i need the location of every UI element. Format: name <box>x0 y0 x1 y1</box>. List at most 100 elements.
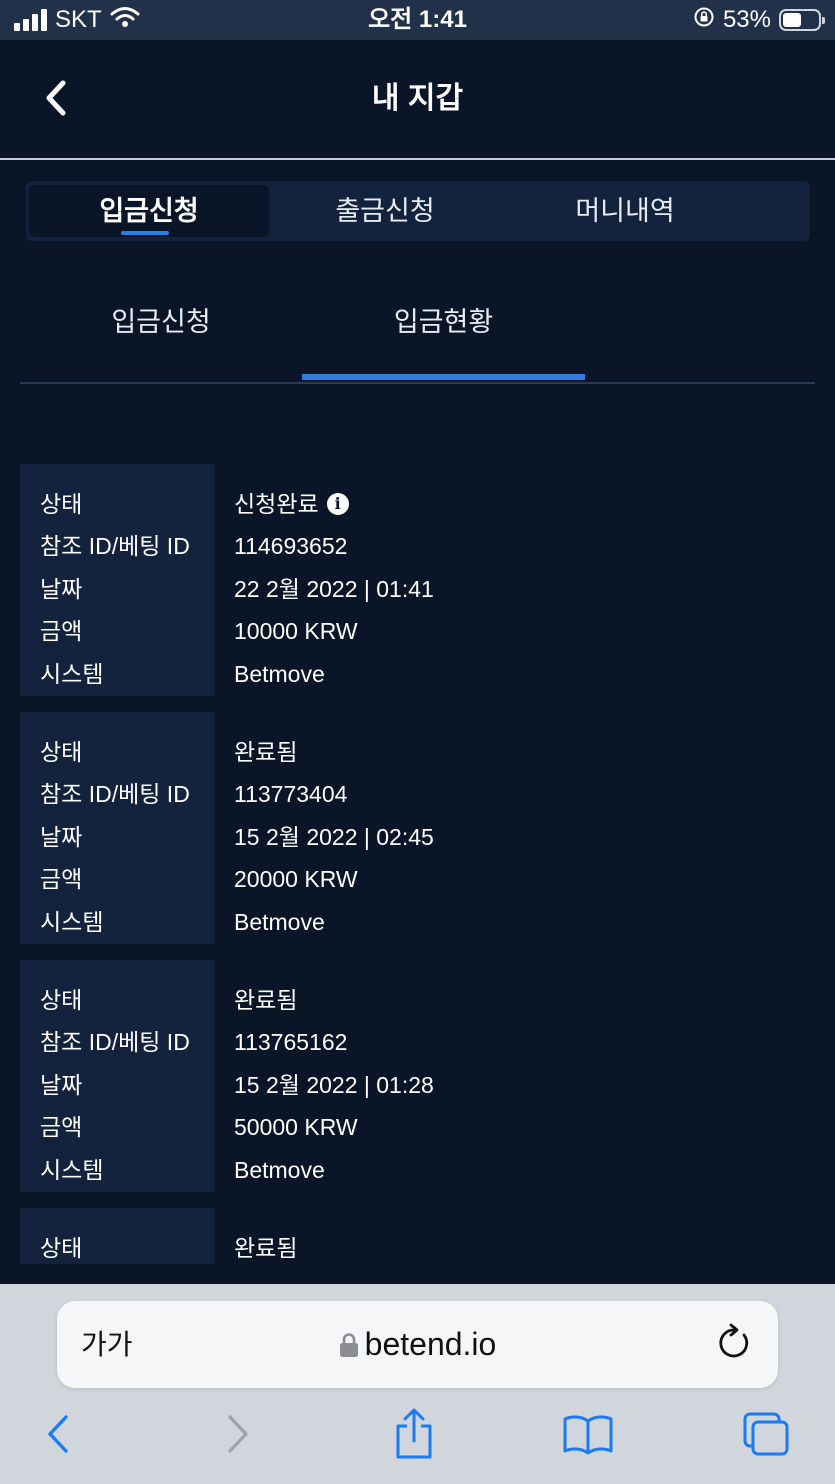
record-row: 금액 10000 KRW <box>20 610 815 652</box>
address-bar[interactable]: 가가 betend.io <box>57 1301 778 1388</box>
record-field-value: Betmove <box>234 908 325 935</box>
record-row: 참조 ID/베팅 ID 113765162 <box>20 1021 815 1063</box>
wifi-icon <box>110 6 140 35</box>
subtab-deposit-request[interactable]: 입금신청 <box>20 278 302 380</box>
record-field-value: 113773404 <box>234 781 348 808</box>
record-row: 상태 완료됨 <box>20 731 815 773</box>
record-field-value-wrap: Betmove <box>234 1149 325 1191</box>
record-field-value: 10000 KRW <box>234 618 358 645</box>
active-subtab-indicator <box>302 374 585 380</box>
record-field-value: 22 2월 2022 | 01:41 <box>234 575 434 602</box>
record-row: 상태 신청완료 i <box>20 483 815 525</box>
browser-back-button[interactable] <box>32 1408 84 1460</box>
deposit-record: 상태 신청완료 i 참조 ID/베팅 ID 114693652 날짜 22 2월 2022 … <box>20 464 815 696</box>
tab-label: 입금신청 <box>99 196 199 226</box>
record-field-value-wrap: 50000 KRW <box>234 1106 358 1148</box>
record-field-value-wrap: Betmove <box>234 653 325 695</box>
battery-fill <box>783 13 801 27</box>
share-icon <box>396 1408 432 1459</box>
record-field-label: 시스템 <box>40 660 104 687</box>
subtab-label: 입금신청 <box>111 307 211 337</box>
record-field-value: 15 2월 2022 | 02:45 <box>234 823 434 850</box>
tabs-button[interactable] <box>740 1408 792 1460</box>
record-field-value-wrap: 완료됨 <box>234 1227 297 1264</box>
book-icon <box>563 1415 613 1455</box>
deposit-record: 상태 완료됨 <box>20 1208 815 1264</box>
record-field-value: 신청완료 <box>234 491 319 517</box>
record-row: 금액 50000 KRW <box>20 1106 815 1148</box>
chevron-left-icon <box>48 1415 68 1453</box>
record-field-value-wrap: 완료됨 <box>234 731 297 773</box>
record-field-label: 참조 ID/베팅 ID <box>40 781 190 808</box>
wallet-tabs: 입금신청 출금신청 머니내역 <box>26 181 810 241</box>
lock-icon <box>339 1332 358 1357</box>
record-field-label: 상태 <box>40 491 83 517</box>
record-field-label: 금액 <box>40 1114 83 1141</box>
record-field-value-wrap: 완료됨 <box>234 979 297 1021</box>
tab-label: 머니내역 <box>575 196 675 226</box>
record-field-value-wrap: 15 2월 2022 | 01:28 <box>234 1064 434 1106</box>
orientation-lock-icon <box>693 6 715 35</box>
browser-forward-button[interactable] <box>212 1408 264 1460</box>
record-field-value: 20000 KRW <box>234 866 358 893</box>
page-title: 내 지갑 <box>371 82 464 115</box>
record-field-value: Betmove <box>234 660 325 687</box>
battery-icon <box>779 9 825 31</box>
record-field-label: 참조 ID/베팅 ID <box>40 533 190 560</box>
record-field-value-wrap: 113773404 <box>234 773 347 815</box>
tab-withdraw-request[interactable]: 출금신청 <box>265 185 505 237</box>
record-row: 시스템 Betmove <box>20 653 815 695</box>
tab-money-history[interactable]: 머니내역 <box>505 185 745 237</box>
record-field-value-wrap: 15 2월 2022 | 02:45 <box>234 816 434 858</box>
status-right: 53% <box>693 0 825 40</box>
record-field-label: 날짜 <box>40 823 83 850</box>
record-field-label: 시스템 <box>40 1156 104 1183</box>
record-field-label: 상태 <box>40 987 83 1013</box>
record-field-label: 상태 <box>40 739 83 765</box>
record-row: 상태 완료됨 <box>20 979 815 1021</box>
deposit-record: 상태 완료됨 참조 ID/베팅 ID 113765162 날짜 15 2월 2022 | … <box>20 960 815 1192</box>
record-field-value-wrap: 114693652 <box>234 525 347 567</box>
status-bar: SKT 오전 1:41 53% <box>0 0 835 40</box>
record-row: 금액 20000 KRW <box>20 858 815 900</box>
record-row: 참조 ID/베팅 ID 113773404 <box>20 773 815 815</box>
record-field-value-wrap: 22 2월 2022 | 01:41 <box>234 568 434 610</box>
bookmarks-button[interactable] <box>562 1408 614 1460</box>
record-field-value-wrap: 113765162 <box>234 1021 347 1063</box>
record-row: 시스템 Betmove <box>20 1149 815 1191</box>
url-display[interactable]: betend.io <box>57 1301 778 1388</box>
chevron-right-icon <box>228 1415 248 1453</box>
record-field-value-wrap: 10000 KRW <box>234 610 358 652</box>
share-button[interactable] <box>388 1408 440 1460</box>
tabs-icon <box>743 1412 789 1456</box>
record-field-value: Betmove <box>234 1156 325 1183</box>
record-field-label: 상태 <box>40 1235 83 1261</box>
deposit-records-list: 상태 신청완료 i 참조 ID/베팅 ID 114693652 날짜 22 2월 2022 … <box>20 464 815 1264</box>
record-field-value: 완료됨 <box>234 987 298 1013</box>
battery-percent: 53% <box>722 6 771 33</box>
active-tab-indicator <box>121 231 169 235</box>
record-field-label: 날짜 <box>40 575 83 602</box>
record-field-value-wrap: 20000 KRW <box>234 858 358 900</box>
tab-deposit-request[interactable]: 입금신청 <box>29 185 269 237</box>
record-field-value: 완료됨 <box>234 739 298 765</box>
subtab-deposit-status[interactable]: 입금현황 <box>302 278 585 380</box>
info-icon[interactable]: i <box>326 493 349 515</box>
record-field-value: 114693652 <box>234 533 348 560</box>
record-field-value: 113765162 <box>234 1029 348 1056</box>
browser-bottom-bar: 가가 betend.io <box>0 1284 835 1484</box>
record-field-value: 완료됨 <box>234 1235 298 1261</box>
record-field-value: 15 2월 2022 | 01:28 <box>234 1071 434 1098</box>
record-row: 시스템 Betmove <box>20 901 815 943</box>
subtab-label: 입금현황 <box>393 307 494 337</box>
reload-button[interactable] <box>714 1323 754 1363</box>
record-field-label: 시스템 <box>40 908 104 935</box>
reload-icon <box>719 1323 749 1358</box>
record-row: 날짜 22 2월 2022 | 01:41 <box>20 568 815 610</box>
tab-label: 출금신청 <box>335 196 435 226</box>
record-row: 날짜 15 2월 2022 | 02:45 <box>20 816 815 858</box>
url-text: betend.io <box>364 1326 497 1362</box>
record-field-value-wrap: Betmove <box>234 901 325 943</box>
app-header: 내 지갑 <box>0 40 835 160</box>
status-left: SKT <box>14 0 140 40</box>
